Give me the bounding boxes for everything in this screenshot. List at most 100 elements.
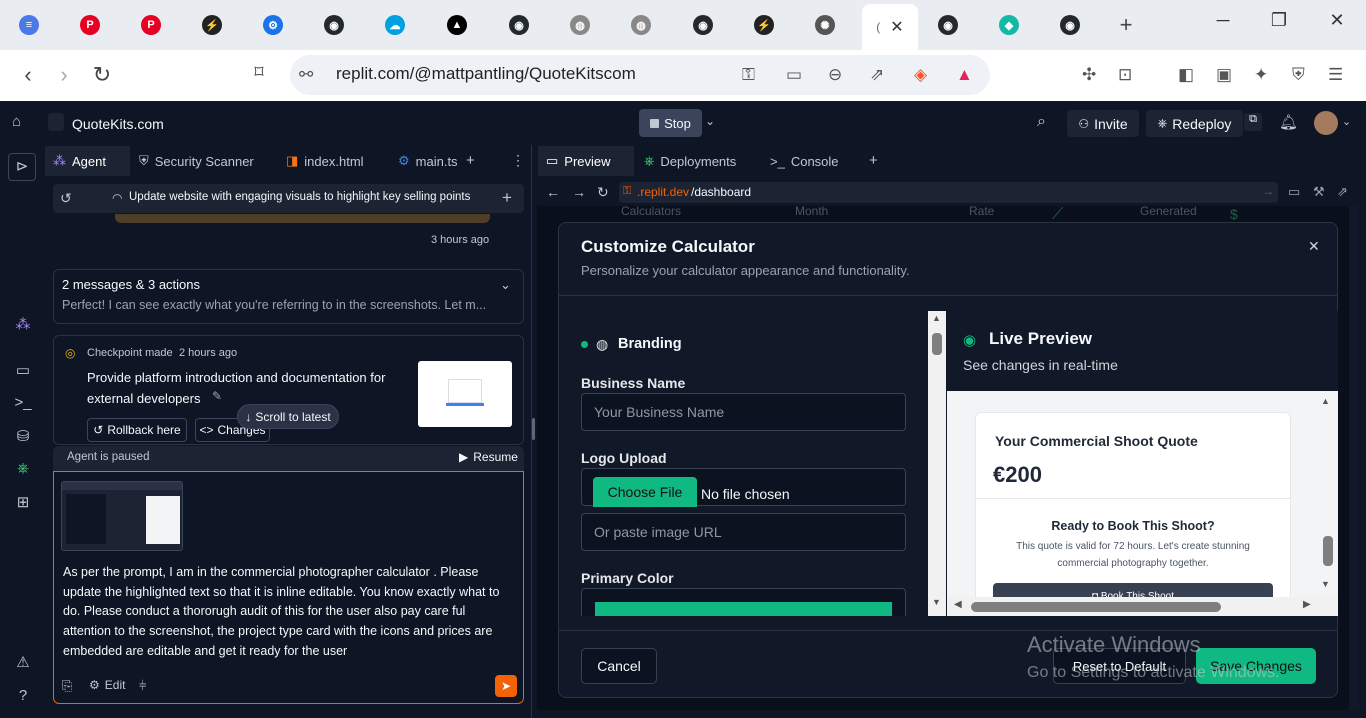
attached-screenshot[interactable] — [61, 481, 183, 551]
install-icon[interactable]: ▭ — [786, 65, 802, 85]
bell-icon[interactable]: 🔔︎ — [1279, 113, 1298, 131]
logo-file-input[interactable]: Choose File No file chosen — [581, 468, 906, 507]
h-scroll-thumb[interactable] — [971, 602, 1221, 612]
preview-scroll-thumb[interactable] — [1323, 536, 1333, 566]
leo-icon[interactable]: ✦ — [1254, 65, 1268, 85]
reload-icon[interactable]: ↻ — [597, 184, 609, 201]
files-icon[interactable]: ⊳ — [8, 153, 36, 181]
apps-grid-icon[interactable]: ⊞ — [12, 493, 34, 515]
bookmark-icon[interactable]: ⌑ — [244, 62, 274, 83]
tab-settings[interactable]: ⚙ — [256, 9, 290, 41]
horizontal-scrollbar[interactable]: ◀ ▶ — [947, 597, 1338, 616]
tab-agent[interactable]: ⁂ Agent — [45, 146, 130, 176]
tab-active[interactable]: ( ✕ — [862, 4, 918, 50]
tab-globe-2[interactable]: ◍ — [624, 9, 658, 41]
scroll-right-icon[interactable]: ▶ — [1303, 599, 1311, 610]
restore-icon[interactable]: ❐ — [1259, 10, 1299, 31]
chevron-down-icon[interactable]: ⌄ — [1342, 115, 1351, 128]
avatar[interactable] — [1314, 111, 1338, 135]
alert-icon[interactable]: ⚠ — [12, 653, 34, 675]
scroll-down-icon[interactable]: ▼ — [1321, 579, 1330, 589]
resume-button[interactable]: ▶ Resume — [459, 450, 518, 464]
scroll-down-icon[interactable]: ▼ — [932, 597, 941, 607]
tab-openai[interactable]: ✺ — [808, 9, 842, 41]
redeploy-button[interactable]: ⎈ Redeploy — [1146, 110, 1243, 137]
cancel-button[interactable]: Cancel — [581, 648, 657, 684]
tab-docs[interactable]: ≡ — [12, 9, 46, 41]
extensions-icon[interactable]: ✣ — [1082, 65, 1096, 85]
chevron-down-icon[interactable]: ⌄ — [500, 277, 511, 293]
tab-github-2[interactable]: ◉ — [502, 9, 536, 41]
share-icon[interactable]: ⇗ — [870, 65, 884, 85]
rollback-button[interactable]: ↺ Rollback here — [87, 418, 187, 442]
new-tab-icon[interactable]: + — [466, 152, 475, 169]
close-icon[interactable]: ✕ — [1308, 238, 1320, 255]
image-url-input[interactable]: Or paste image URL — [581, 513, 906, 551]
prompt-text[interactable]: As per the prompt, I am in the commercia… — [63, 563, 515, 662]
vpn-icon[interactable]: ⛨ — [1292, 65, 1305, 85]
tab-pinterest[interactable]: P — [73, 9, 107, 41]
thread-title[interactable]: Update website with engaging visuals to … — [129, 191, 470, 203]
minimize-icon[interactable]: ─ — [1203, 10, 1243, 31]
form-scrollbar[interactable]: ▲ ▼ — [928, 311, 946, 616]
settings-sliders-icon[interactable]: ⫩ — [139, 678, 146, 694]
choose-file-button[interactable]: Choose File — [593, 477, 697, 507]
tab-preview[interactable]: ▭ Preview — [538, 146, 634, 176]
attach-icon[interactable]: ⎘ — [62, 678, 72, 694]
tab-security-scanner[interactable]: ⛨ Security Scanner — [131, 146, 277, 176]
wallet-icon[interactable]: ▣ — [1216, 65, 1232, 85]
tab-diamond[interactable]: ◆ — [992, 9, 1026, 41]
search-icon[interactable]: ⌕ — [1037, 113, 1046, 131]
scroll-up-icon[interactable]: ▲ — [932, 313, 941, 323]
preview-scrollbar[interactable] — [1349, 206, 1359, 710]
key-icon[interactable]: ⚿ — [742, 65, 755, 85]
sidebar-icon[interactable]: ◧ — [1178, 65, 1194, 85]
scroll-up-icon[interactable]: ▲ — [1321, 396, 1330, 406]
chevron-down-icon[interactable]: ⌄ — [705, 114, 715, 128]
rewards-icon[interactable]: ▲ — [956, 65, 973, 85]
tab-app-2[interactable]: ⚡ — [747, 9, 781, 41]
back-icon[interactable]: ‹ — [13, 62, 43, 88]
tab-vercel[interactable]: ▲ — [440, 9, 474, 41]
forward-icon[interactable]: › — [49, 62, 79, 88]
history-icon[interactable]: ↺ — [60, 190, 72, 207]
forward-icon[interactable]: → — [572, 184, 586, 200]
deploy-icon[interactable]: ⎈ — [12, 460, 34, 482]
new-tab-icon[interactable]: + — [869, 152, 878, 169]
tab-salesforce[interactable]: ☁ — [378, 9, 412, 41]
tab-github-4[interactable]: ◉ — [931, 9, 965, 41]
stop-button[interactable]: Stop — [639, 109, 702, 137]
brave-icon[interactable]: ◈ — [914, 65, 927, 85]
search-tab-icon[interactable]: ⊡ — [1118, 65, 1132, 85]
scroll-to-latest-button[interactable]: ↓ Scroll to latest — [237, 404, 339, 429]
url-text[interactable]: replit.com/@mattpantling/QuoteKitscom — [336, 64, 636, 84]
project-name[interactable]: QuoteKits.com — [72, 116, 164, 132]
menu-icon[interactable]: ☰ — [1328, 65, 1343, 85]
devtools-icon[interactable]: ⚒ — [1313, 184, 1325, 200]
open-external-icon[interactable]: ⇗ — [1337, 184, 1348, 200]
business-name-input[interactable]: Your Business Name — [581, 393, 906, 431]
tab-console[interactable]: >_ Console — [762, 146, 858, 176]
back-icon[interactable]: ← — [546, 184, 560, 200]
pencil-icon[interactable]: ✎ — [212, 389, 222, 403]
agent-icon[interactable]: ⁂ — [12, 315, 34, 337]
checkpoint-thumbnail[interactable] — [418, 361, 512, 427]
scroll-thumb[interactable] — [932, 333, 942, 355]
tab-github-3[interactable]: ◉ — [686, 9, 720, 41]
tab-globe[interactable]: ◍ — [563, 9, 597, 41]
more-vertical-icon[interactable]: ⋮ — [511, 152, 525, 169]
invite-button[interactable]: ⚇ Invite — [1067, 110, 1139, 137]
help-icon[interactable]: ? — [12, 687, 34, 709]
monitor-icon[interactable]: ▭ — [12, 361, 34, 383]
zoom-icon[interactable]: ⊖ — [828, 65, 842, 85]
database-icon[interactable]: ⛁ — [12, 427, 34, 449]
edit-button[interactable]: ⚙ Edit — [89, 678, 125, 692]
send-icon[interactable]: ➤ — [495, 675, 517, 697]
devices-icon[interactable]: ▭ — [1288, 184, 1300, 200]
terminal-icon[interactable]: >_ — [12, 394, 34, 416]
scroll-left-icon[interactable]: ◀ — [954, 599, 962, 610]
new-thread-icon[interactable]: + — [502, 188, 512, 208]
deploy-menu-icon[interactable]: ⧉ — [1244, 113, 1262, 131]
go-icon[interactable]: → — [1262, 184, 1274, 198]
pane-resize-handle[interactable] — [532, 418, 535, 440]
